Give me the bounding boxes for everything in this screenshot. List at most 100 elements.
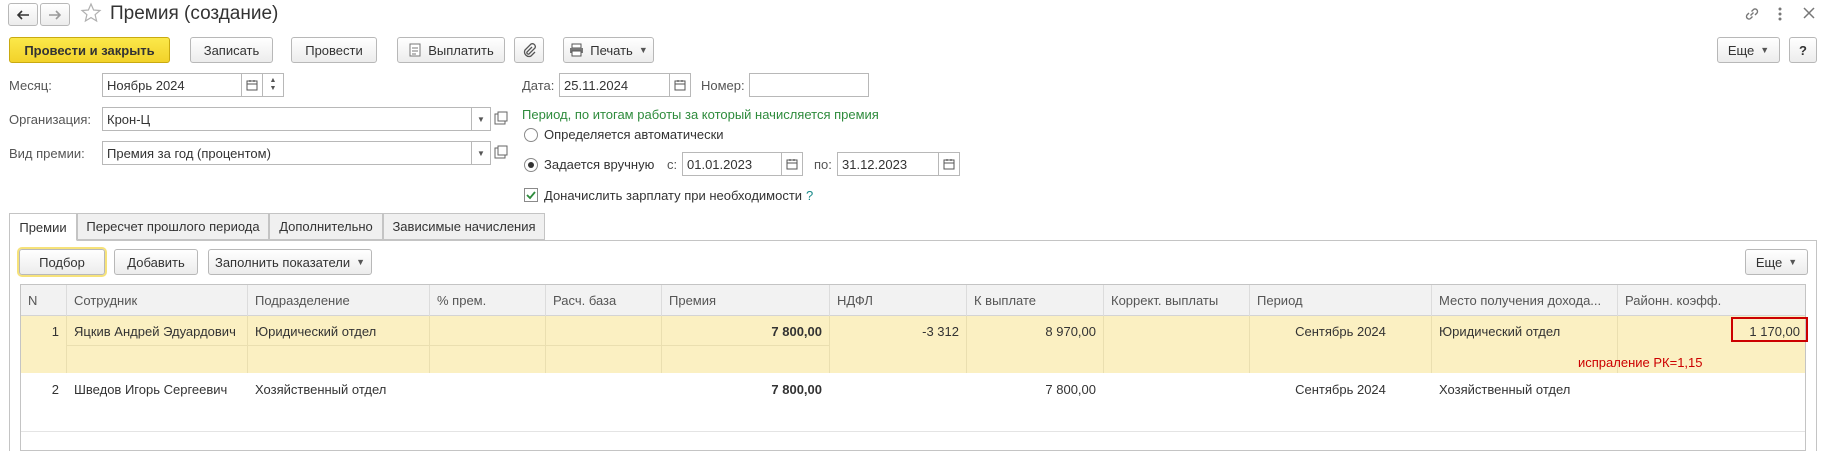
cell-correction[interactable]	[1104, 374, 1250, 431]
more-button[interactable]: Еще ▼	[1717, 37, 1780, 63]
arrow-left-icon	[16, 9, 29, 20]
date-calendar-button[interactable]	[670, 73, 691, 97]
col-header-coeff[interactable]: Районн. коэфф.	[1618, 285, 1805, 316]
more-vertical-icon[interactable]	[1776, 5, 1784, 23]
print-button[interactable]: Печать ▼	[563, 37, 654, 63]
row-divider	[21, 431, 1805, 432]
annotation-text: испраление РК=1,15	[1578, 355, 1703, 370]
organization-field[interactable]: Крон-Ц	[102, 107, 472, 131]
cell-place[interactable]: Хозяйственный отдел	[1432, 374, 1618, 431]
month-label: Месяц:	[9, 78, 52, 93]
bonus-type-label: Вид премии:	[9, 146, 85, 161]
cell-period[interactable]: Сентябрь 2024	[1250, 374, 1432, 431]
post-button[interactable]: Провести	[291, 37, 377, 63]
cell-payout[interactable]: 8 970,00	[967, 316, 1104, 373]
col-header-department[interactable]: Подразделение	[248, 285, 430, 316]
tab-recalc[interactable]: Пересчет прошлого периода	[77, 213, 269, 240]
row-subline	[67, 345, 830, 346]
to-label: по:	[814, 157, 832, 172]
tab-additional[interactable]: Дополнительно	[269, 213, 383, 240]
cell-period[interactable]: Сентябрь 2024	[1250, 316, 1432, 373]
arrow-right-icon	[49, 9, 62, 20]
col-header-correction[interactable]: Коррект. выплаты	[1104, 285, 1250, 316]
cell-department[interactable]: Хозяйственный отдел	[248, 374, 430, 431]
col-header-period[interactable]: Период	[1250, 285, 1432, 316]
fill-indicators-button[interactable]: Заполнить показатели ▼	[208, 249, 372, 275]
printer-icon	[570, 43, 584, 57]
highlight-box	[1731, 317, 1808, 342]
pay-button[interactable]: Выплатить	[397, 37, 505, 63]
col-header-ndfl[interactable]: НДФЛ	[830, 285, 967, 316]
more-button-label: Еще	[1727, 42, 1755, 58]
table-more-label: Еще	[1755, 254, 1783, 270]
cell-correction[interactable]	[1104, 316, 1250, 373]
col-header-percent[interactable]: % прем.	[430, 285, 546, 316]
calendar-icon	[786, 159, 798, 170]
chevron-down-icon: ▼	[269, 85, 277, 92]
table-row[interactable]: 1 Яцкив Андрей Эдуардович Юридический от…	[21, 316, 1805, 373]
auto-period-radio[interactable]	[524, 128, 538, 142]
from-label: с:	[667, 157, 678, 172]
close-icon[interactable]	[1802, 6, 1816, 20]
favorite-star-icon[interactable]	[80, 2, 102, 24]
number-field[interactable]	[749, 73, 869, 97]
cell-employee[interactable]: Шведов Игорь Сергеевич	[67, 374, 248, 431]
month-field[interactable]: Ноябрь 2024	[102, 73, 242, 97]
table-more-button[interactable]: Еще ▼	[1745, 249, 1808, 275]
cell-ndfl[interactable]	[830, 374, 967, 431]
col-header-payout[interactable]: К выплате	[967, 285, 1104, 316]
cell-coeff[interactable]	[1618, 374, 1805, 431]
cell-n: 1	[21, 316, 67, 373]
link-icon[interactable]	[1743, 5, 1761, 23]
save-button[interactable]: Записать	[190, 37, 273, 63]
from-date-field[interactable]: 01.01.2023	[682, 152, 782, 176]
cell-ndfl[interactable]: -3 312	[830, 316, 967, 373]
manual-period-label: Задается вручную	[544, 157, 655, 172]
table-row[interactable]: 2 Шведов Игорь Сергеевич Хозяйственный о…	[21, 374, 1805, 431]
calendar-button[interactable]	[242, 73, 263, 97]
table-header: N Сотрудник Подразделение % прем. Расч. …	[21, 285, 1805, 316]
to-calendar-button[interactable]	[939, 152, 960, 176]
calendar-icon	[943, 159, 955, 170]
extra-salary-label: Доначислить зарплату при необходимости	[544, 188, 803, 203]
number-label: Номер:	[701, 78, 745, 93]
extra-salary-help[interactable]: ?	[806, 188, 813, 203]
open-bonus-type-icon[interactable]	[494, 145, 508, 159]
col-header-employee[interactable]: Сотрудник	[67, 285, 248, 316]
forward-button[interactable]	[40, 3, 70, 26]
chevron-down-icon: ▼	[356, 257, 366, 267]
pick-button[interactable]: Подбор	[19, 249, 105, 275]
month-stepper[interactable]: ▲ ▼	[263, 73, 284, 97]
col-header-place[interactable]: Место получения дохода...	[1432, 285, 1618, 316]
cell-bonus[interactable]: 7 800,00	[662, 374, 830, 431]
tab-bonuses[interactable]: Премии	[9, 213, 77, 241]
bonus-type-dropdown[interactable]: ▼	[472, 141, 491, 165]
cell-payout[interactable]: 7 800,00	[967, 374, 1104, 431]
cell-percent[interactable]	[430, 374, 546, 431]
calendar-icon	[674, 80, 686, 91]
attach-button[interactable]	[514, 37, 544, 63]
window-title: Премия (создание)	[110, 3, 279, 24]
open-organization-icon[interactable]	[494, 111, 508, 125]
manual-period-radio[interactable]	[524, 158, 538, 172]
cell-n: 2	[51, 382, 59, 397]
col-header-base[interactable]: Расч. база	[546, 285, 662, 316]
to-date-field[interactable]: 31.12.2023	[837, 152, 939, 176]
tab-dependent[interactable]: Зависимые начисления	[383, 213, 545, 240]
post-and-close-button[interactable]: Провести и закрыть	[9, 37, 170, 63]
back-button[interactable]	[8, 3, 38, 26]
date-field[interactable]: 25.11.2024	[559, 73, 670, 97]
bonus-type-field[interactable]: Премия за год (процентом)	[102, 141, 472, 165]
help-button[interactable]: ?	[1789, 37, 1817, 63]
add-button[interactable]: Добавить	[114, 249, 198, 275]
paperclip-icon	[523, 43, 536, 58]
chevron-down-icon: ▼	[1788, 257, 1798, 267]
organization-dropdown[interactable]: ▼	[472, 107, 491, 131]
extra-salary-checkbox[interactable]	[524, 188, 538, 202]
organization-label: Организация:	[9, 112, 92, 127]
from-calendar-button[interactable]	[782, 152, 803, 176]
col-header-n[interactable]: N	[21, 285, 67, 316]
date-label: Дата:	[522, 78, 555, 93]
col-header-bonus[interactable]: Премия	[662, 285, 830, 316]
cell-base[interactable]	[546, 374, 662, 431]
